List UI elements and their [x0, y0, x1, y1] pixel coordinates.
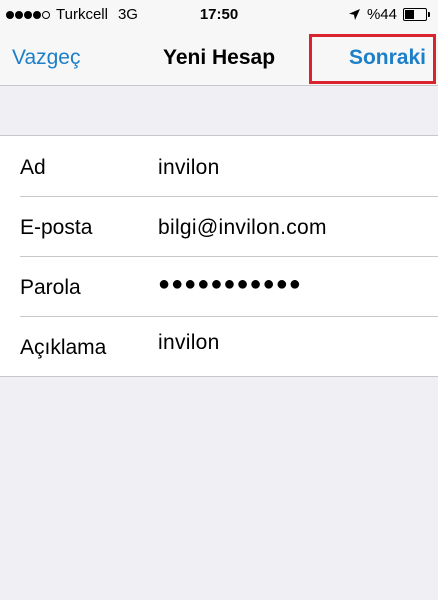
- status-right: %44: [348, 6, 430, 23]
- form-row-description: Açıklama invilon: [0, 316, 438, 376]
- battery-tip: [428, 12, 430, 17]
- battery-percent: %44: [366, 6, 397, 23]
- battery-icon: [403, 8, 430, 21]
- form-row-email: E-posta bilgi@invilon.com: [0, 196, 438, 256]
- location-arrow-icon: [348, 9, 360, 20]
- form-row-name: Ad invilon: [0, 136, 438, 196]
- email-label: E-posta: [20, 216, 93, 239]
- navigation-bar: Vazgeç Yeni Hesap Sonraki: [0, 30, 438, 86]
- battery-fill: [405, 10, 414, 19]
- password-label: Parola: [20, 276, 81, 299]
- next-button[interactable]: Sonraki: [349, 46, 426, 70]
- description-field[interactable]: invilon: [158, 331, 220, 355]
- battery-body: [403, 8, 427, 21]
- cancel-button[interactable]: Vazgeç: [12, 46, 81, 70]
- status-bar: Turkcell 3G 17:50 %44: [0, 0, 438, 30]
- form-row-password: Parola ●●●●●●●●●●●: [0, 256, 438, 316]
- name-label: Ad: [20, 156, 46, 179]
- account-form: Ad invilon E-posta bilgi@invilon.com Par…: [0, 135, 438, 377]
- email-field[interactable]: bilgi@invilon.com: [158, 216, 327, 240]
- name-field[interactable]: invilon: [158, 156, 220, 180]
- password-field[interactable]: ●●●●●●●●●●●: [158, 273, 302, 296]
- description-label: Açıklama: [20, 336, 107, 359]
